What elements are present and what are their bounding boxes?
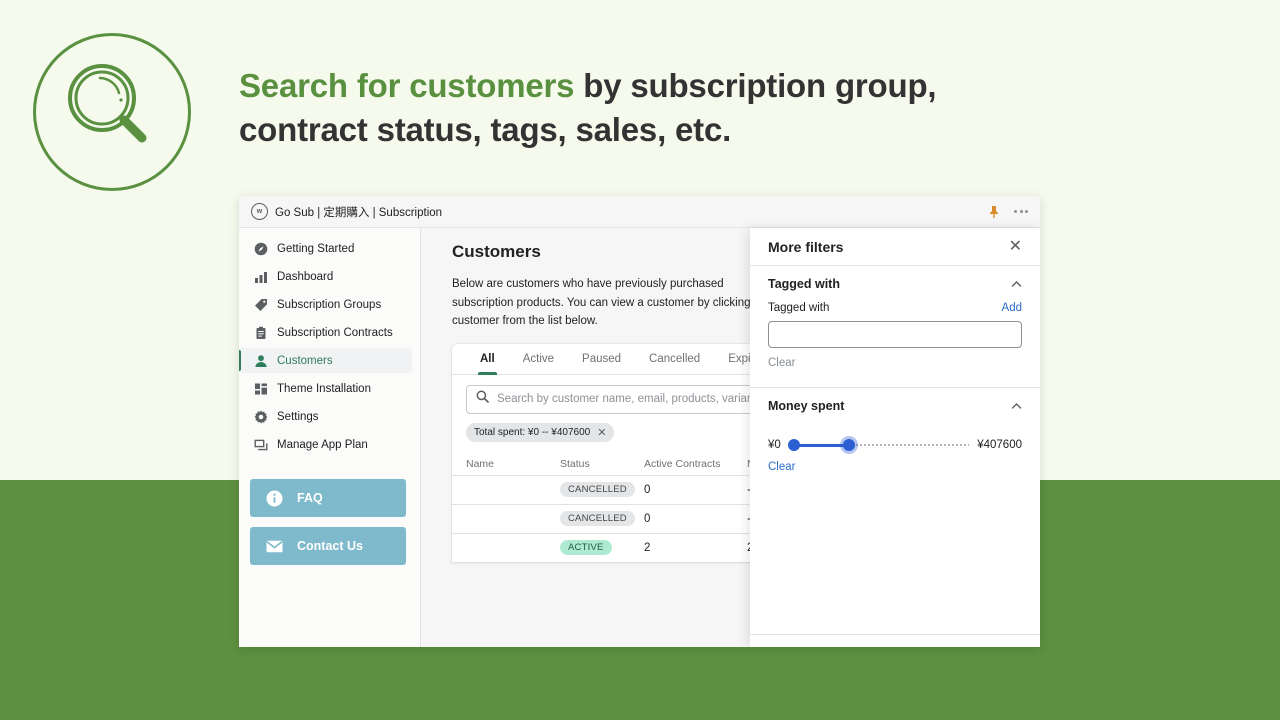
page-description: Below are customers who have previously …	[452, 278, 777, 328]
slider-handle-min[interactable]	[787, 439, 800, 451]
chip-label: Total spent: ¥0 -- ¥407600	[474, 426, 591, 438]
sidebar-item-theme-installation[interactable]: Theme Installation	[239, 376, 412, 401]
status-badge: CANCELLED	[560, 511, 644, 527]
sidebar-item-label: Subscription Groups	[277, 298, 382, 311]
filter-section-body: ¥0 ¥407600 Clear	[768, 438, 1022, 491]
tagged-with-input[interactable]	[768, 321, 1022, 348]
sidebar-item-subscription-groups[interactable]: Subscription Groups	[239, 292, 412, 317]
tab-cancelled[interactable]: Cancelled	[635, 344, 714, 374]
sidebar-help-buttons: FAQ Contact Us	[239, 479, 420, 565]
sidebar-item-label: Subscription Contracts	[277, 326, 393, 339]
sidebar-item-label: Theme Installation	[277, 382, 371, 395]
headline-accent: Search for customers	[239, 67, 575, 104]
active-contracts-value: 0	[644, 512, 651, 525]
contact-us-button-label: Contact Us	[297, 539, 363, 553]
slider-track[interactable]	[787, 438, 970, 452]
magnifier-icon	[68, 64, 147, 143]
more-filters-panel: More filters ✕ Tagged with Tagged with A…	[750, 228, 1040, 647]
slider-min-label: ¥0	[768, 439, 781, 451]
active-contracts-value: 2	[644, 541, 651, 554]
column-header-status: Status	[560, 457, 590, 470]
tab-paused[interactable]: Paused	[568, 344, 635, 374]
sidebar-item-getting-started[interactable]: Getting Started	[239, 236, 412, 261]
filter-section-title: Money spent	[768, 399, 845, 413]
chevron-up-icon[interactable]	[1011, 401, 1022, 412]
filter-section-money-spent: Money spent ¥0 ¥407600 Clear	[750, 388, 1040, 491]
filter-section-title: Tagged with	[768, 277, 840, 291]
column-header-active-contracts: Active Contracts	[644, 457, 721, 470]
slider-handle-max[interactable]	[842, 439, 855, 451]
active-contracts-value: 0	[644, 483, 651, 496]
slider-max-label: ¥407600	[977, 439, 1022, 451]
app-logo-icon: w	[251, 203, 268, 220]
layout-icon	[253, 381, 268, 396]
column-header-name: Name	[466, 457, 495, 470]
sidebar-item-label: Dashboard	[277, 270, 334, 283]
window-titlebar: w Go Sub | 定期購入 | Subscription	[239, 196, 1040, 228]
clear-tagged-with-link[interactable]: Clear	[768, 357, 795, 369]
tagged-with-field-row: Tagged with Add	[768, 302, 1022, 314]
filter-section-tagged-with: Tagged with Tagged with Add Clear	[750, 266, 1040, 388]
money-spent-slider[interactable]: ¥0 ¥407600	[768, 438, 1022, 452]
status-badge: ACTIVE	[560, 540, 644, 556]
sidebar-item-label: Getting Started	[277, 242, 355, 255]
status-badge-label: CANCELLED	[560, 482, 635, 498]
sidebar: Getting Started Dashboard Subscription G…	[239, 228, 421, 647]
info-icon	[266, 490, 283, 507]
tab-active[interactable]: Active	[509, 344, 568, 374]
search-icon	[476, 390, 489, 408]
status-badge-label: ACTIVE	[560, 540, 612, 556]
titlebar-actions	[988, 205, 1028, 219]
chevron-up-icon[interactable]	[1011, 279, 1022, 290]
app-logo-mark: w	[256, 208, 263, 215]
applied-filter-chip[interactable]: Total spent: ¥0 -- ¥407600 ✕	[466, 422, 615, 442]
more-filters-footer	[750, 634, 1040, 647]
magnifier-logo-circle	[33, 33, 191, 191]
tag-icon	[253, 297, 268, 312]
add-tag-link[interactable]: Add	[1002, 302, 1022, 314]
filter-section-body: Tagged with Add Clear	[768, 302, 1022, 387]
person-icon	[253, 353, 268, 368]
sidebar-item-customers[interactable]: Customers	[239, 348, 412, 373]
tagged-with-label: Tagged with	[768, 302, 830, 314]
compass-icon	[253, 241, 268, 256]
more-horizontal-icon[interactable]	[1014, 210, 1028, 213]
contact-us-button[interactable]: Contact Us	[250, 527, 406, 565]
tab-all[interactable]: All	[466, 344, 509, 375]
page-headline: Search for customers by subscription gro…	[239, 64, 1039, 152]
more-filters-title: More filters	[768, 238, 844, 255]
status-badge: CANCELLED	[560, 482, 644, 498]
sidebar-item-label: Customers	[277, 354, 333, 367]
pin-icon[interactable]	[988, 205, 1000, 219]
sidebar-item-settings[interactable]: Settings	[239, 404, 412, 429]
sidebar-item-label: Settings	[277, 410, 319, 423]
bar-chart-icon	[253, 269, 268, 284]
clipboard-icon	[253, 325, 268, 340]
faq-button[interactable]: FAQ	[250, 479, 406, 517]
sidebar-item-dashboard[interactable]: Dashboard	[239, 264, 412, 289]
search-placeholder: Search by customer name, email, products…	[497, 393, 766, 406]
app-window: w Go Sub | 定期購入 | Subscription Getting S…	[239, 196, 1040, 647]
clear-money-spent-link[interactable]: Clear	[768, 461, 795, 473]
filter-section-header[interactable]: Money spent	[768, 388, 1022, 424]
filter-section-header[interactable]: Tagged with	[768, 266, 1022, 302]
sidebar-item-subscription-contracts[interactable]: Subscription Contracts	[239, 320, 412, 345]
close-icon[interactable]: ✕	[1009, 238, 1022, 255]
faq-button-label: FAQ	[297, 491, 323, 505]
sidebar-item-label: Manage App Plan	[277, 438, 368, 451]
window-title: Go Sub | 定期購入 | Subscription	[275, 206, 443, 219]
gear-icon	[253, 409, 268, 424]
cards-icon	[253, 437, 268, 452]
status-badge-label: CANCELLED	[560, 511, 635, 527]
close-icon[interactable]: ✕	[597, 426, 606, 439]
envelope-icon	[266, 538, 283, 555]
more-filters-header: More filters ✕	[750, 228, 1040, 266]
sidebar-item-manage-app-plan[interactable]: Manage App Plan	[239, 432, 412, 457]
